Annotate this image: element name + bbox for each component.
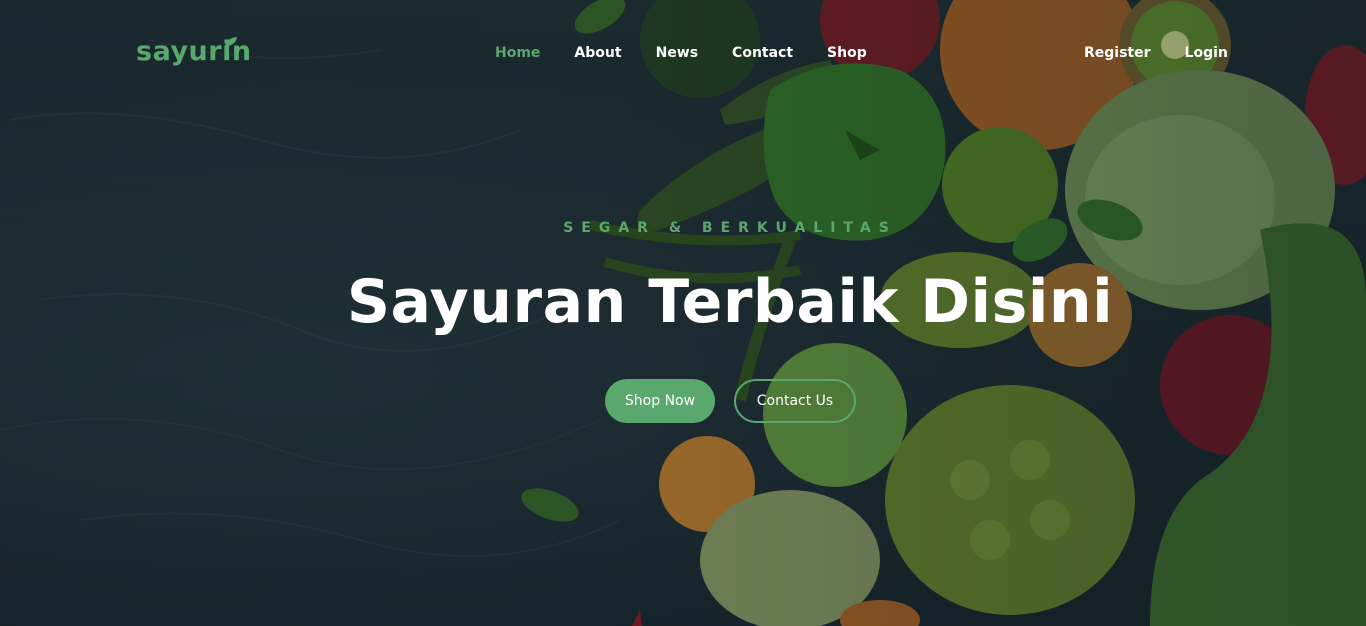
nav-about[interactable]: About — [557, 40, 638, 66]
shop-now-button[interactable]: Shop Now — [605, 379, 715, 423]
main-nav: Home About News Contact Shop — [478, 40, 884, 66]
register-link[interactable]: Register — [1067, 40, 1168, 66]
nav-news[interactable]: News — [639, 40, 715, 66]
nav-contact[interactable]: Contact — [715, 40, 810, 66]
hero-section: sayurin Home About News Contact Shop Reg… — [0, 0, 1366, 626]
nav-home[interactable]: Home — [478, 40, 557, 66]
hero-headline: Sayuran Terbaik Disini — [346, 267, 1114, 337]
leaf-icon — [225, 37, 237, 47]
auth-nav: Register Login — [1067, 40, 1245, 66]
hero-tagline: SEGAR & BERKUALITAS — [563, 220, 897, 236]
navbar: sayurin Home About News Contact Shop Reg… — [0, 0, 1366, 106]
contact-us-button[interactable]: Contact Us — [734, 379, 856, 423]
login-link[interactable]: Login — [1168, 40, 1245, 66]
nav-shop[interactable]: Shop — [810, 40, 884, 66]
